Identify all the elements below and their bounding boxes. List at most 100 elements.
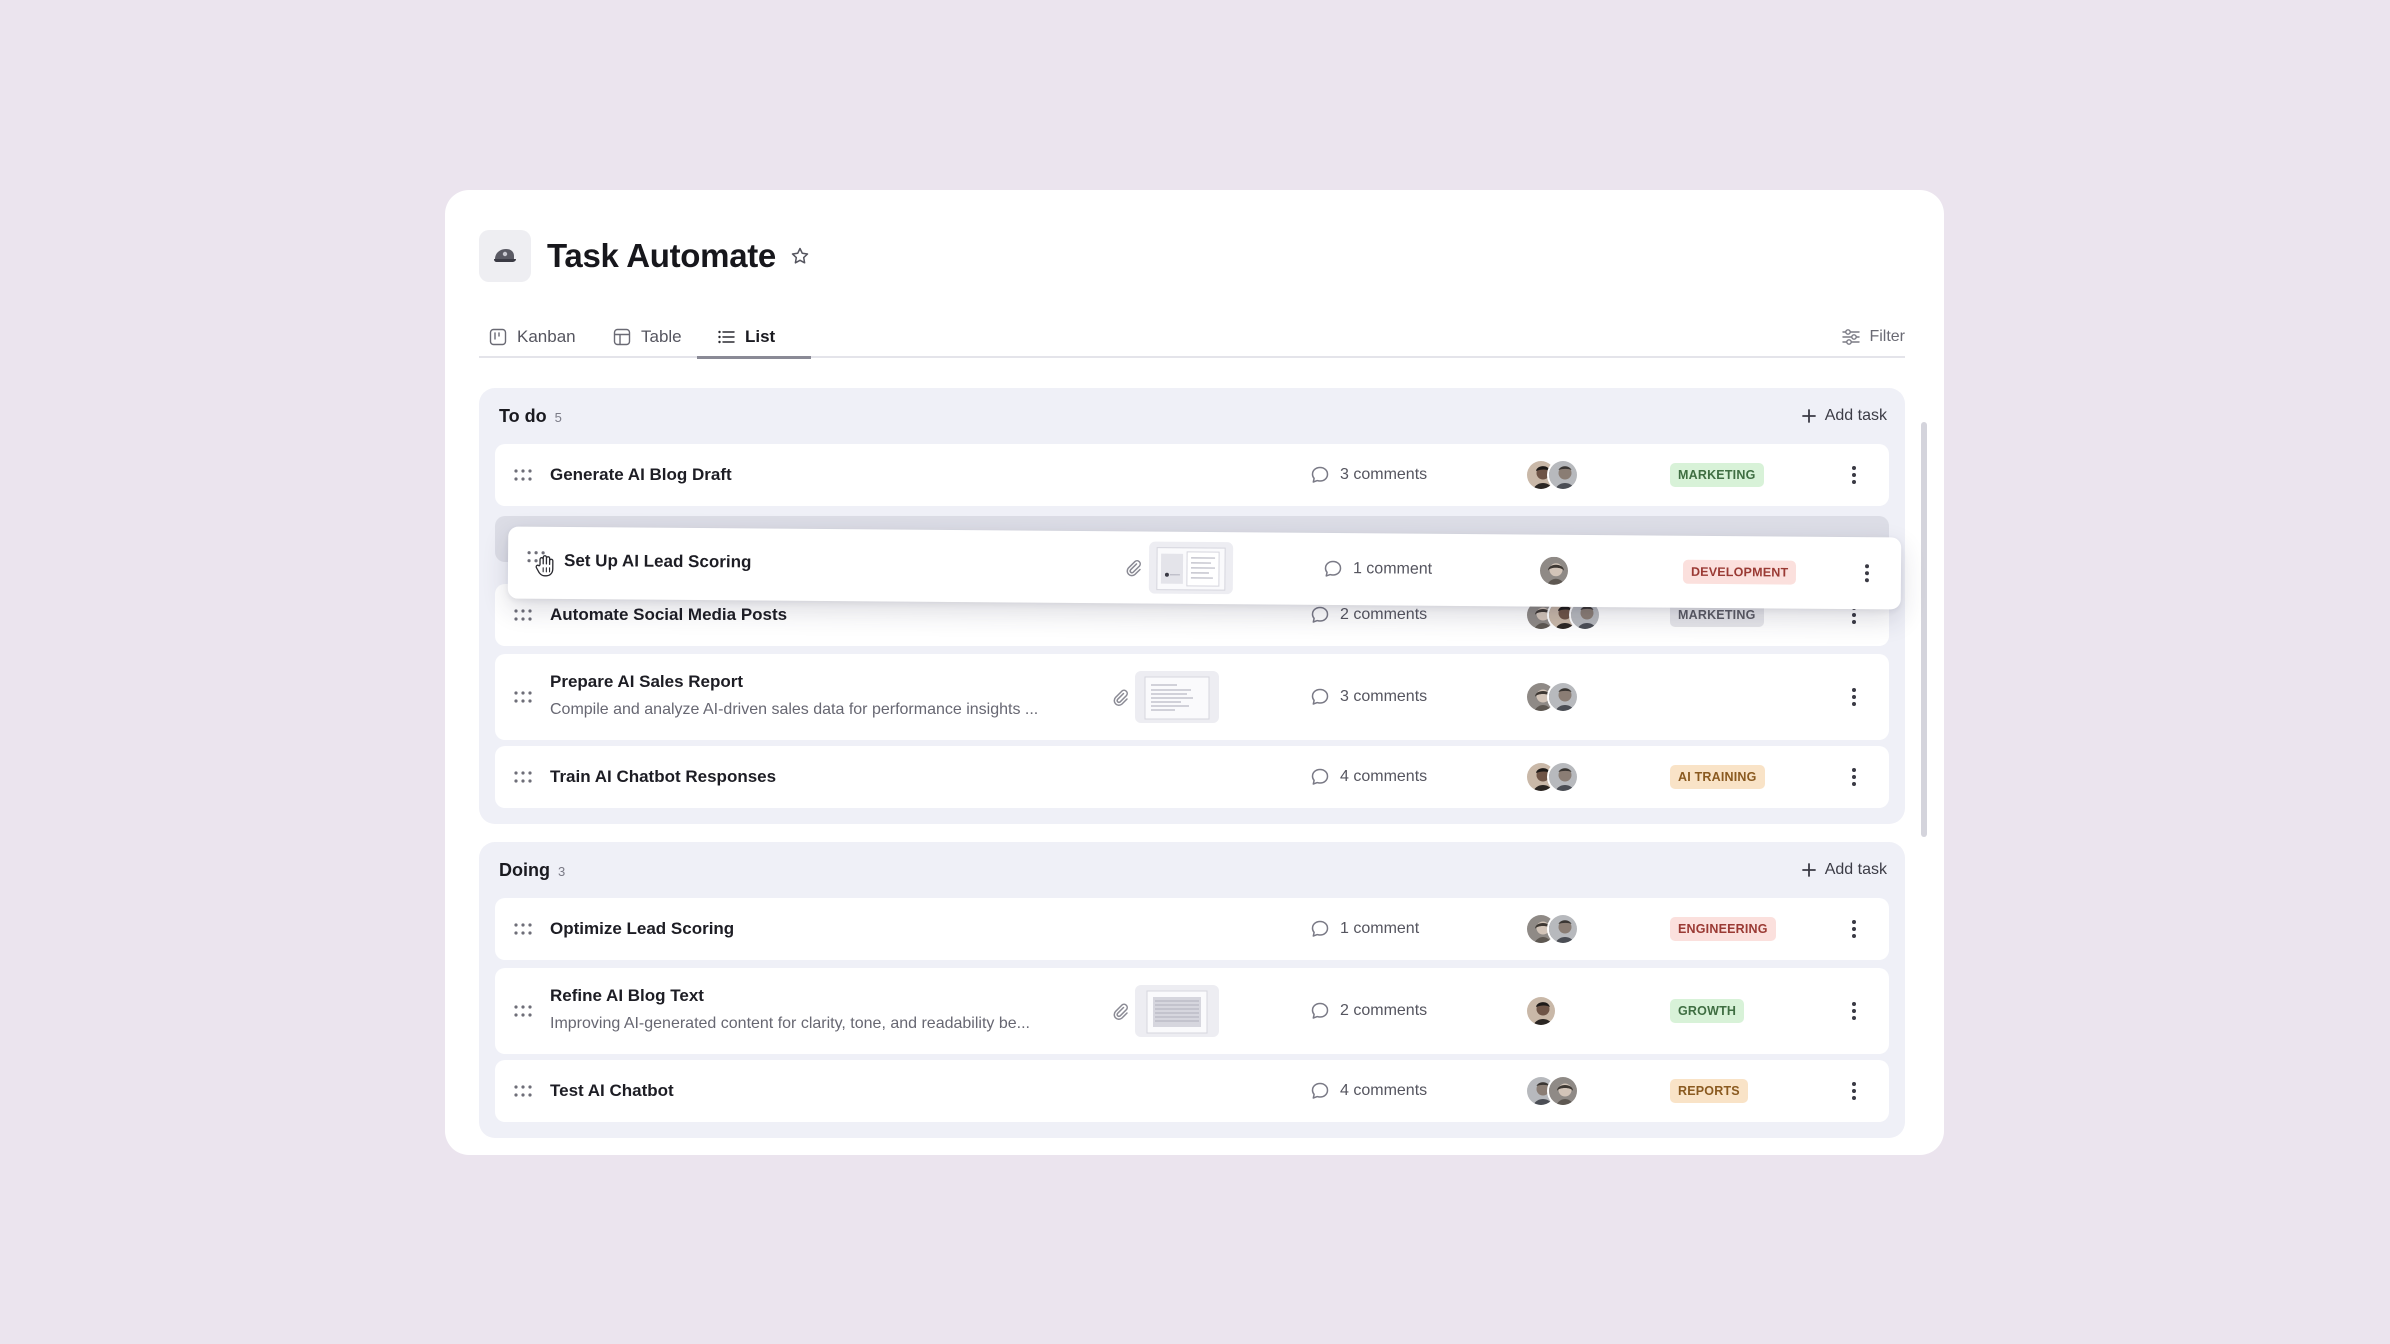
task-row[interactable]: Generate AI Blog Draft 3 comments MARKET… [495,444,1889,506]
group-title: To do [499,405,547,426]
group-doing: Doing 3 Add task Optimize Lead Scoring 1… [479,842,1905,1138]
attachment-icon [1110,687,1130,707]
view-tabs: Kanban Table List Filter [479,316,1905,359]
drag-handle-icon[interactable] [513,1005,533,1017]
kanban-icon [489,328,507,346]
comment-icon [1323,559,1343,579]
comments-count[interactable]: 1 comment [1323,559,1432,580]
tab-label: List [745,327,776,346]
comments-label: 4 comments [1340,1082,1428,1099]
filter-button[interactable]: Filter [1841,316,1905,358]
assignees[interactable] [1525,1075,1579,1107]
tab-table[interactable]: Table [603,316,692,358]
task-title: Test AI Chatbot [550,1081,674,1100]
task-description: Improving AI-generated content for clari… [550,1015,1030,1032]
comment-icon [1310,465,1330,485]
more-options-icon[interactable] [1845,681,1863,713]
comments-label: 2 comments [1340,1002,1428,1019]
plus-icon [1801,408,1817,424]
comments-label: 4 comments [1340,768,1428,785]
task-row[interactable]: Optimize Lead Scoring 1 comment ENGINEER… [495,898,1889,960]
attachment-thumbnail[interactable] [1135,671,1219,723]
avatar [1537,554,1571,587]
group-header: To do 5 Add task [499,400,1887,432]
attachment-icon [1123,557,1143,577]
attachment-thumbnail[interactable] [1148,541,1234,595]
avatar [1547,913,1579,945]
attachment-thumbnail[interactable] [1135,985,1219,1037]
more-options-icon[interactable] [1845,913,1863,945]
drag-handle-icon[interactable] [513,771,533,783]
drag-handle-icon[interactable] [513,923,533,935]
avatar [1525,995,1557,1027]
more-options-icon[interactable] [1845,459,1863,491]
comments-count[interactable]: 4 comments [1310,1081,1427,1101]
assignees[interactable] [1525,761,1579,793]
group-title: Doing [499,859,550,880]
assignees[interactable] [1525,913,1579,945]
comment-icon [1310,767,1330,787]
tab-list[interactable]: List [707,316,785,358]
assignees[interactable] [1525,459,1579,491]
comments-count[interactable]: 3 comments [1310,687,1427,707]
group-header: Doing 3 Add task [499,854,1887,886]
task-description: Compile and analyze AI-driven sales data… [550,701,1039,718]
task-title: Refine AI Blog Text [550,986,704,1005]
more-options-icon[interactable] [1845,761,1863,793]
filter-label: Filter [1869,328,1905,345]
add-task-button[interactable]: Add task [1801,407,1887,425]
star-icon[interactable] [790,246,810,266]
assignees[interactable] [1537,554,1571,587]
task-title: Set Up AI Lead Scoring [563,550,752,572]
comments-count[interactable]: 2 comments [1310,605,1427,625]
tag-badge: GROWTH [1670,999,1745,1023]
page-header: Task Automate [479,230,810,282]
avatar [1547,761,1579,793]
assignees[interactable] [1525,681,1579,713]
attachment-icon [1110,1001,1130,1021]
task-row[interactable]: Train AI Chatbot Responses 4 comments AI… [495,746,1889,808]
tab-kanban[interactable]: Kanban [479,316,586,358]
add-task-button[interactable]: Add task [1801,861,1887,879]
task-title: Optimize Lead Scoring [550,919,735,938]
more-options-icon[interactable] [1845,995,1863,1027]
tab-label: Table [641,327,682,346]
task-row[interactable]: Prepare AI Sales Report Compile and anal… [495,654,1889,740]
comment-icon [1310,919,1330,939]
task-row[interactable]: Test AI Chatbot 4 comments REPORTS [495,1060,1889,1122]
tag-badge: ENGINEERING [1670,917,1776,941]
drag-handle-icon[interactable] [513,469,533,481]
drag-handle-icon[interactable] [513,609,533,621]
more-options-icon[interactable] [1858,557,1876,589]
drag-handle-icon[interactable] [513,1085,533,1097]
task-title: Automate Social Media Posts [550,605,788,624]
more-options-icon[interactable] [1845,1075,1863,1107]
scrollbar[interactable] [1921,422,1927,837]
drag-handle-icon[interactable] [513,691,533,703]
comments-label: 1 comment [1340,920,1420,937]
comments-count[interactable]: 2 comments [1310,1001,1427,1021]
task-title: Train AI Chatbot Responses [550,767,777,786]
filter-icon [1842,329,1861,345]
comment-icon [1310,1081,1330,1101]
avatar [1547,1075,1579,1107]
comments-label: 2 comments [1340,606,1428,623]
group-count: 5 [554,409,562,425]
table-icon [613,328,631,346]
tag-badge: MARKETING [1670,463,1764,487]
tab-label: Kanban [517,327,576,346]
comments-label: 1 comment [1352,560,1433,578]
avatar [1547,459,1579,491]
assignees[interactable] [1525,995,1557,1027]
comments-count[interactable]: 1 comment [1310,919,1419,939]
tag-badge: AI TRAINING [1670,765,1765,789]
dragging-task-row[interactable]: Set Up AI Lead Scoring 1 comment DEVELOP… [507,526,1902,610]
comment-icon [1310,1001,1330,1021]
tag-badge: DEVELOPMENT [1682,559,1797,585]
comments-count[interactable]: 4 comments [1310,767,1427,787]
active-tab-indicator [697,356,811,359]
comment-icon [1310,687,1330,707]
comments-count[interactable]: 3 comments [1310,465,1427,485]
comments-label: 3 comments [1340,688,1428,705]
task-row[interactable]: Refine AI Blog Text Improving AI-generat… [495,968,1889,1054]
